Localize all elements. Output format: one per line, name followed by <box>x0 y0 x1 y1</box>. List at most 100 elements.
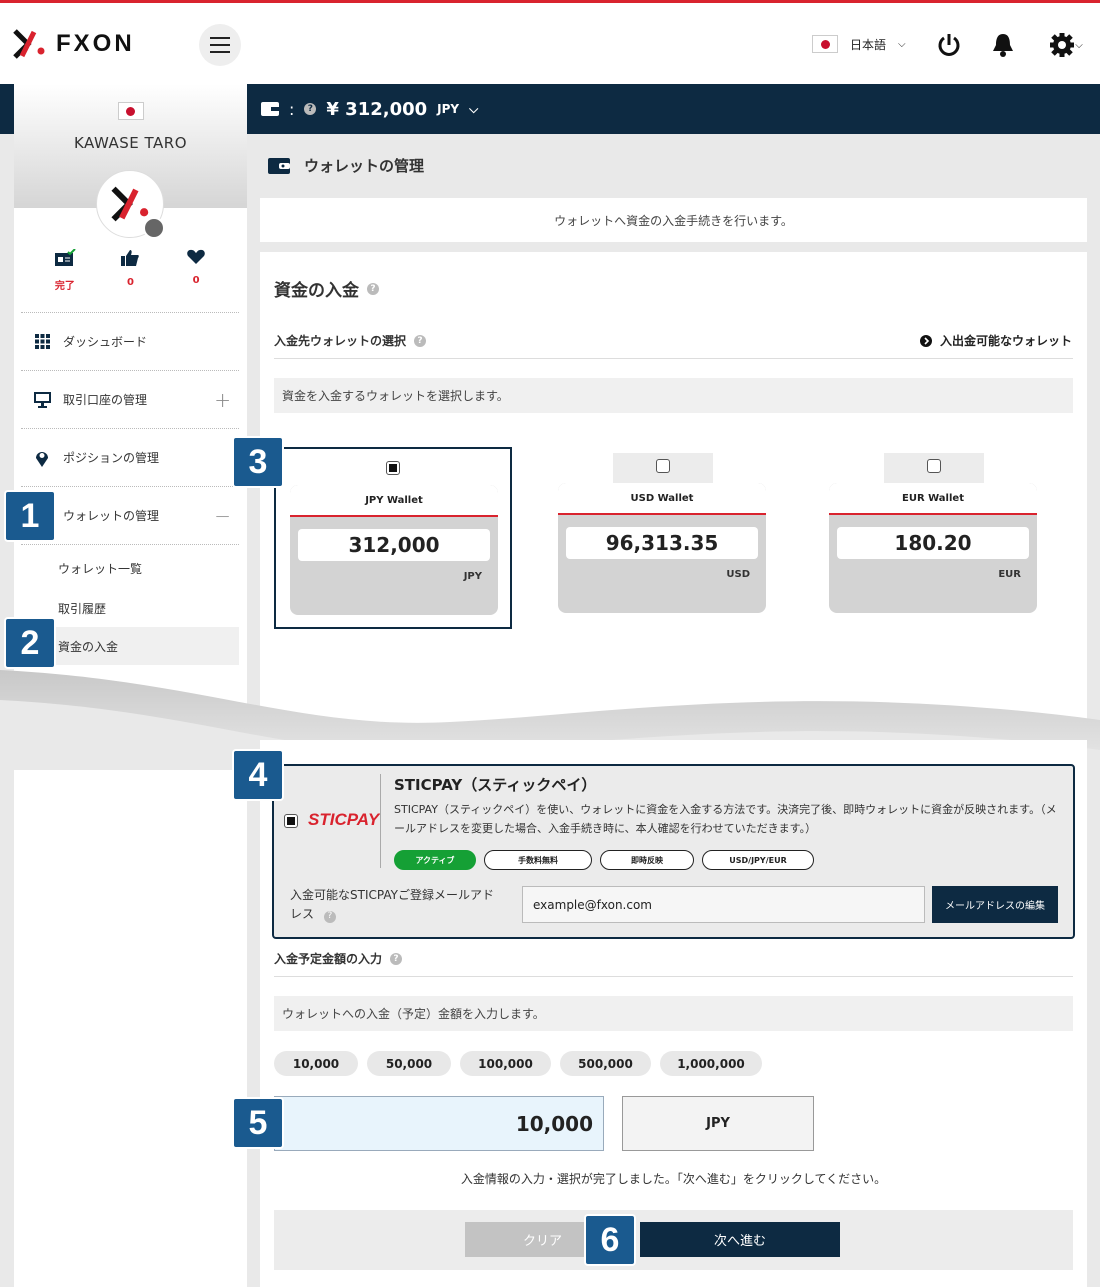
amount-input[interactable]: 10,000 <box>274 1096 604 1151</box>
divider <box>274 358 1073 359</box>
tag-currencies: USD/JPY/EUR <box>702 850 814 870</box>
sidebar-item-label: ウォレットの管理 <box>63 509 160 523</box>
tag-no-fee: 手数料無料 <box>484 850 592 870</box>
edit-email-button[interactable]: メールアドレスの編集 <box>932 886 1058 923</box>
wallet-bar-strip <box>0 84 14 134</box>
wallet-icon <box>268 157 290 174</box>
step-badge-6: 6 <box>584 1214 636 1266</box>
chevron-down-icon[interactable]: ⌵ <box>469 102 478 117</box>
section-title: 資金の入金 ? <box>274 276 379 301</box>
heart-icon <box>187 249 205 264</box>
verified-id-icon <box>54 248 76 266</box>
wallet-name: JPY Wallet <box>290 485 498 517</box>
bell-icon[interactable] <box>988 30 1018 60</box>
stat-value: 完了 <box>54 281 75 292</box>
divider <box>274 976 1073 977</box>
japan-flag-icon <box>117 102 144 120</box>
expand-icon[interactable]: + <box>214 388 231 412</box>
wallet-card: USD Wallet 96,313.35 USD <box>558 483 766 613</box>
preset-button[interactable]: 50,000 <box>367 1051 451 1076</box>
wallet-card: JPY Wallet 312,000 JPY <box>290 485 498 615</box>
help-icon[interactable]: ? <box>304 103 317 115</box>
profile-stats: 完了 0 0 <box>14 248 247 292</box>
wallet-select-note: 資金を入金するウォレットを選択します。 <box>274 378 1073 413</box>
monitor-icon <box>33 391 51 409</box>
sticpay-method[interactable]: STICPAY STICPAY（スティックペイ） STICPAY（スティックペイ… <box>272 764 1075 939</box>
wallet-value: 312,000 <box>298 529 490 561</box>
sticpay-logo: STICPAY <box>308 810 380 829</box>
completion-message: 入金情報の入力・選択が完了しました。「次へ進む」をクリックしてください。 <box>460 1172 887 1186</box>
collapse-icon[interactable]: − <box>214 504 231 528</box>
sidebar-item-trading-accounts[interactable]: 取引口座の管理 + <box>21 370 239 428</box>
top-header: FXON 日本語 ⌵ ⌵ <box>0 0 1100 84</box>
step-badge-3: 3 <box>232 436 284 488</box>
wallet-option-jpy[interactable]: JPY Wallet 312,000 JPY <box>274 447 512 629</box>
email-label: 入金可能なSTICPAYご登録メールアドレス ? <box>290 886 500 924</box>
wallet-checkbox[interactable] <box>386 461 400 475</box>
language-selector[interactable]: 日本語 ⌵ <box>812 35 906 53</box>
separator: : <box>289 99 295 119</box>
menu-icon[interactable] <box>199 24 241 66</box>
chevron-down-icon: ⌵ <box>1075 39 1083 51</box>
logo-mark-icon <box>13 29 45 59</box>
wallet-option-usd[interactable]: USD Wallet 96,313.35 USD <box>544 447 782 629</box>
help-icon[interactable]: ? <box>323 910 336 923</box>
section-title-text: 資金の入金 <box>274 281 359 301</box>
stat-favorites[interactable]: 0 <box>171 249 221 292</box>
next-button[interactable]: 次へ進む <box>640 1222 840 1257</box>
email-field[interactable]: example@fxon.com <box>522 886 925 923</box>
stat-value: 0 <box>192 275 200 286</box>
thumbs-up-icon <box>121 250 140 266</box>
sticpay-checkbox[interactable] <box>284 814 298 828</box>
amount-heading: 入金予定金額の入力 ? <box>274 950 403 967</box>
sidebar-item-positions[interactable]: ポジションの管理 <box>21 428 239 486</box>
power-icon[interactable] <box>934 30 964 60</box>
wallet-option-eur[interactable]: EUR Wallet 180.20 EUR <box>815 447 1053 629</box>
wallet-checkbox[interactable] <box>656 459 670 473</box>
pin-icon <box>33 449 51 467</box>
stat-likes[interactable]: 0 <box>105 249 155 292</box>
gear-icon[interactable]: ⌵ <box>1042 30 1090 60</box>
avatar[interactable] <box>96 170 165 239</box>
arrow-circle-icon <box>920 334 932 347</box>
sticpay-description: STICPAY（スティックペイ）を使い、ウォレットに資金を入金する方法です。決済… <box>394 803 1057 835</box>
help-icon[interactable]: ? <box>367 282 379 295</box>
sidebar-item-dashboard[interactable]: ダッシュボード <box>21 312 239 370</box>
step-badge-5: 5 <box>232 1097 284 1149</box>
camera-icon[interactable] <box>143 217 165 239</box>
wallet-currency: EUR <box>998 569 1021 580</box>
avatar-logo-icon <box>111 186 149 222</box>
preset-button[interactable]: 500,000 <box>560 1051 651 1076</box>
tag-instant: 即時反映 <box>600 850 694 870</box>
preset-button[interactable]: 10,000 <box>274 1051 358 1076</box>
sidebar-item-label: ダッシュボード <box>63 335 148 349</box>
user-name: KAWASE TARO <box>73 134 188 152</box>
wallet-balance: ¥ 312,000 <box>326 98 428 120</box>
wallet-currency: JPY <box>463 571 482 582</box>
help-icon[interactable]: ? <box>414 334 427 347</box>
wallet-value: 96,313.35 <box>566 527 758 559</box>
currency-display: JPY <box>622 1096 814 1151</box>
amount-note: ウォレットへの入金（予定）金額を入力します。 <box>274 996 1073 1031</box>
step-badge-1: 1 <box>4 490 56 542</box>
wallet-currency[interactable]: JPY <box>437 102 459 116</box>
sidebar-subitem-wallet-list[interactable]: ウォレット一覧 <box>21 549 239 587</box>
chevron-down-icon: ⌵ <box>898 38 906 50</box>
grid-icon <box>33 333 51 351</box>
sticpay-title: STICPAY（スティックペイ） <box>394 776 597 794</box>
language-label: 日本語 <box>850 37 887 52</box>
wallet-balance-bar: : ? ¥ 312,000 JPY ⌵ <box>247 84 1100 134</box>
preset-button[interactable]: 1,000,000 <box>660 1051 762 1076</box>
help-icon[interactable]: ? <box>390 952 403 965</box>
page-title-text: ウォレットの管理 <box>304 157 425 175</box>
page-info: ウォレットへ資金の入金手続きを行います。 <box>260 198 1087 242</box>
available-wallets-link[interactable]: 入出金可能なウォレット <box>920 332 1072 349</box>
wallet-select-heading-text: 入金先ウォレットの選択 <box>274 334 407 348</box>
wallet-card: EUR Wallet 180.20 EUR <box>829 483 1037 613</box>
wallet-name: USD Wallet <box>558 483 766 515</box>
wallet-checkbox[interactable] <box>927 459 941 473</box>
sidebar-menu: ダッシュボード 取引口座の管理 + ポジションの管理 ウォレットの管理 − ウォ… <box>21 312 239 665</box>
preset-button[interactable]: 100,000 <box>460 1051 551 1076</box>
stat-verification[interactable]: 完了 <box>40 248 90 292</box>
fxon-logo[interactable]: FXON <box>12 29 135 59</box>
